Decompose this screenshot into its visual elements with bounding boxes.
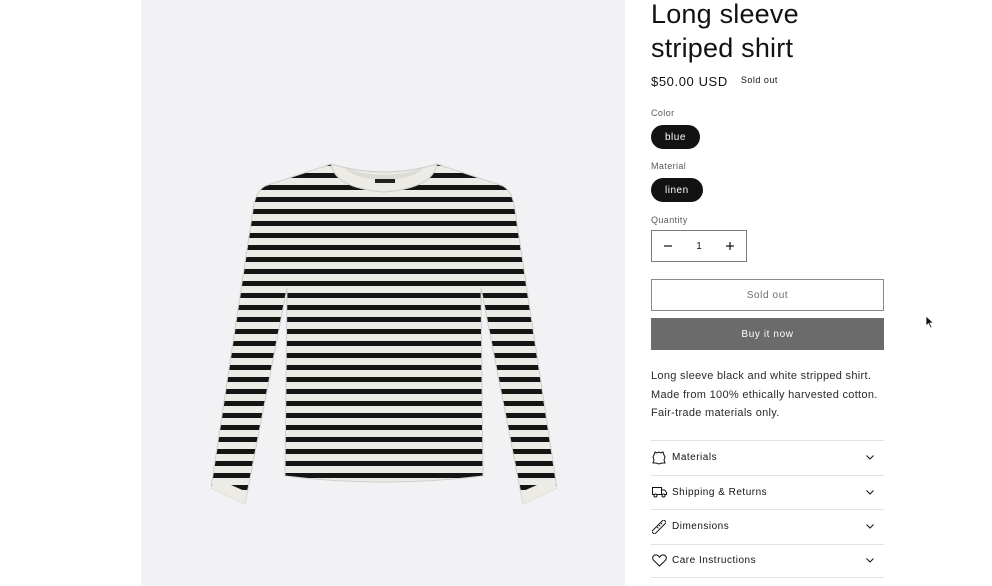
price-row: $50.00 USD Sold out — [651, 74, 885, 89]
color-label: Color — [651, 108, 675, 118]
sold-out-badge: Sold out — [740, 75, 778, 85]
quantity-stepper: 1 — [651, 230, 747, 262]
ruler-icon — [651, 519, 667, 535]
accordion-label: Dimensions — [672, 521, 730, 533]
chevron-down-icon — [864, 521, 876, 533]
product-image[interactable] — [211, 158, 557, 510]
truck-icon — [651, 484, 667, 500]
quantity-input[interactable]: 1 — [684, 241, 714, 252]
material-label: Material — [651, 161, 687, 171]
accordion-dimensions[interactable]: Dimensions — [651, 509, 884, 544]
quantity-increase-button[interactable] — [714, 231, 746, 261]
quantity-label: Quantity — [651, 215, 688, 225]
buy-it-now-button[interactable]: Buy it now — [651, 318, 884, 350]
accordion-label: Shipping & Returns — [672, 486, 768, 498]
chevron-down-icon — [864, 555, 876, 567]
accordion-shipping-returns[interactable]: Shipping & Returns — [651, 474, 884, 510]
sold-out-button[interactable]: Sold out — [651, 279, 884, 311]
description-line: Long sleeve black and white stripped shi… — [651, 370, 872, 382]
description-line: Made from 100% ethically harvested cotto… — [651, 388, 878, 401]
product-media — [141, 0, 625, 586]
chevron-down-icon — [864, 486, 876, 498]
product-description: Long sleeve black and white stripped shi… — [651, 367, 891, 423]
quantity-decrease-button[interactable] — [652, 231, 684, 261]
product-accordion: Materials Shipping & Returns Dimensions — [651, 440, 884, 578]
product-price: $50.00 USD — [651, 74, 728, 89]
color-option-blue[interactable]: blue — [651, 125, 700, 149]
plus-icon — [726, 242, 734, 250]
product-info: Long sleeve striped shirt $50.00 USD Sol… — [651, 0, 885, 578]
material-option-linen[interactable]: linen — [651, 178, 703, 202]
accordion-label: Materials — [672, 452, 718, 464]
description-line: Fair-trade materials only. — [651, 407, 780, 419]
leather-icon — [651, 450, 667, 466]
accordion-materials[interactable]: Materials — [651, 440, 884, 475]
chevron-down-icon — [864, 452, 876, 464]
mouse-cursor-icon — [925, 315, 935, 329]
accordion-label: Care Instructions — [672, 555, 757, 567]
minus-icon — [664, 245, 672, 247]
heart-icon — [651, 553, 667, 569]
accordion-care-instructions[interactable]: Care Instructions — [651, 543, 884, 578]
product-title: Long sleeve striped shirt — [651, 0, 799, 63]
